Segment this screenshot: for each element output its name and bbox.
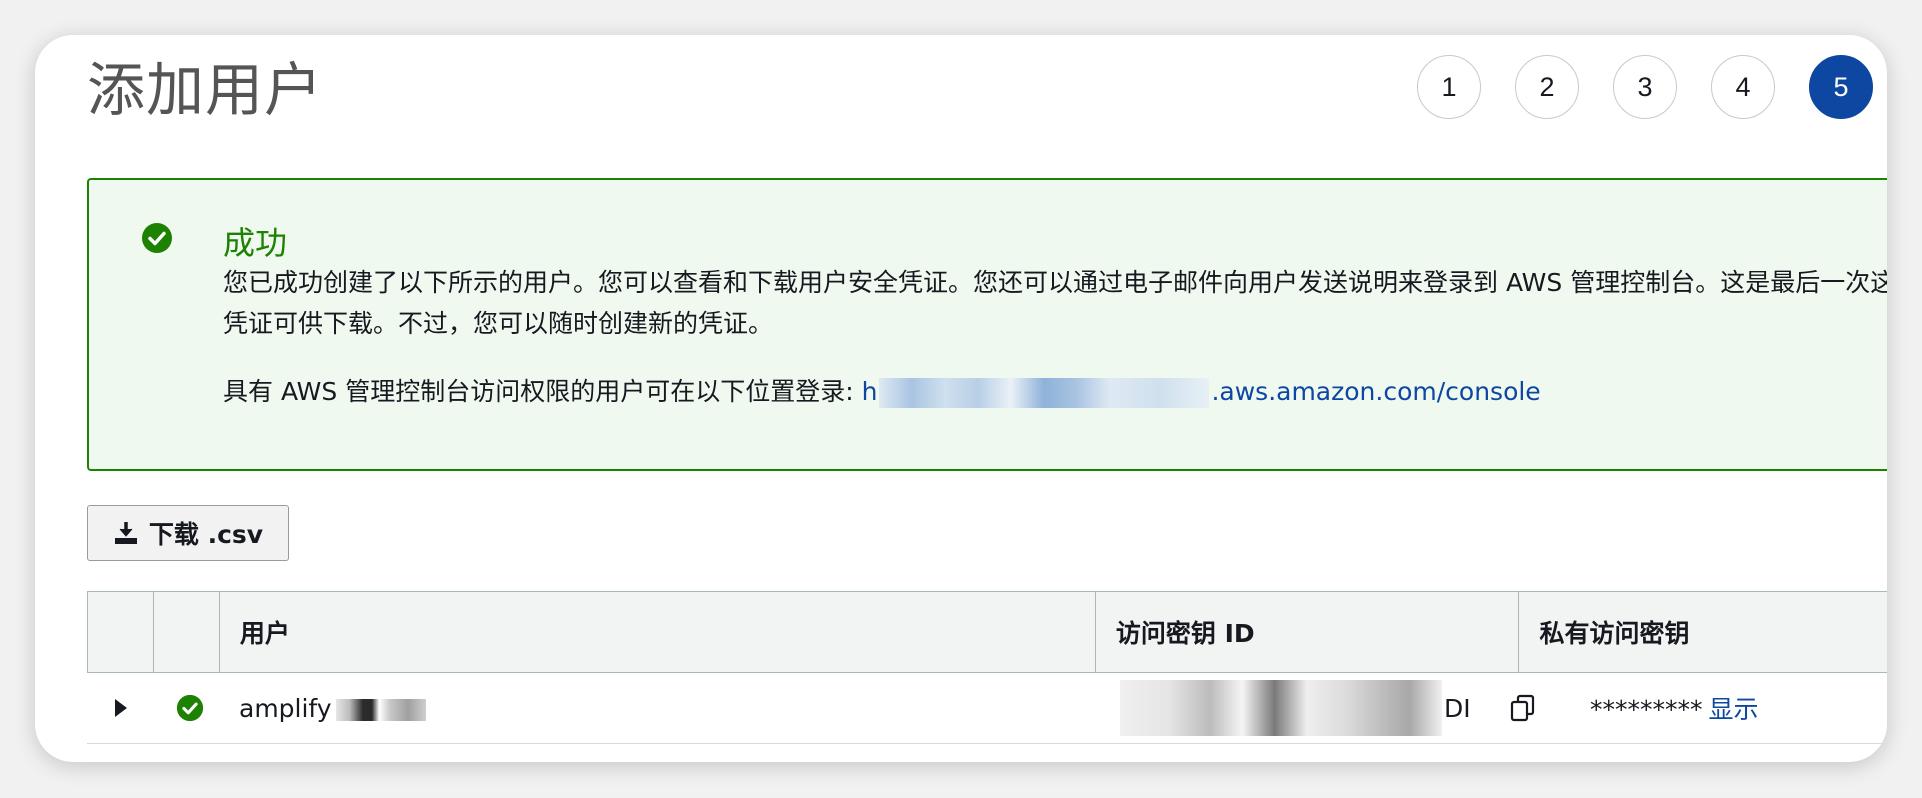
table-row: amplify DI ********* 显示: [87, 673, 1887, 744]
console-login-link[interactable]: h .aws.amazon.com/console: [862, 377, 1541, 408]
expand-row-icon[interactable]: [115, 699, 127, 717]
page-title: 添加用户: [87, 56, 324, 124]
login-prefix: 具有 AWS 管理控制台访问权限的用户可在以下位置登录:: [223, 377, 862, 406]
copy-icon[interactable]: [1507, 692, 1539, 724]
login-link-end[interactable]: .aws.amazon.com/console: [1211, 377, 1540, 406]
redacted-user-suffix: [335, 698, 426, 721]
header-secret-key[interactable]: 私有访问密钥: [1519, 592, 1887, 672]
user-name: amplify: [239, 694, 426, 723]
download-csv-button[interactable]: 下载 .csv: [87, 505, 289, 561]
access-key-suffix: DI: [1444, 693, 1471, 723]
table-header: 用户 访问密钥 ID 私有访问密钥: [87, 591, 1887, 673]
download-label[interactable]: 下载 .csv: [149, 515, 263, 551]
header-access-key-id[interactable]: 访问密钥 ID: [1096, 592, 1520, 672]
login-info: 具有 AWS 管理控制台访问权限的用户可在以下位置登录: h .aws.amazo…: [223, 372, 1541, 408]
login-link-start[interactable]: h: [862, 377, 878, 406]
alert-title: 成功: [223, 224, 288, 262]
add-user-card: 添加用户 1 2 3 4 5 成功 您已成功创建了以下所示的用户。您可以查看和下…: [35, 35, 1887, 762]
show-secret-link[interactable]: 显示: [1709, 695, 1759, 724]
header-status-col: [154, 592, 220, 672]
redacted-account-id: [879, 378, 1210, 408]
check-circle-icon: [142, 223, 172, 253]
header-expand-col: [88, 592, 154, 672]
redacted-access-key: [1120, 680, 1442, 736]
step-1[interactable]: 1: [1417, 55, 1481, 119]
step-2[interactable]: 2: [1515, 55, 1579, 119]
download-icon: [114, 522, 137, 544]
wizard-steps: 1 2 3 4 5: [1417, 55, 1873, 119]
secret-masked: *********: [1590, 695, 1703, 724]
check-circle-icon: [176, 694, 204, 722]
success-alert: 成功 您已成功创建了以下所示的用户。您可以查看和下载用户安全凭证。您还可以通过电…: [87, 178, 1887, 471]
secret-key: ********* 显示: [1590, 690, 1759, 726]
header-user[interactable]: 用户: [220, 592, 1096, 672]
alert-message: 您已成功创建了以下所示的用户。您可以查看和下载用户安全凭证。您还可以通过电子邮件…: [223, 268, 1887, 338]
step-5-active[interactable]: 5: [1809, 55, 1873, 119]
step-3[interactable]: 3: [1613, 55, 1677, 119]
user-name-text: amplify: [239, 693, 332, 723]
step-4[interactable]: 4: [1711, 55, 1775, 119]
